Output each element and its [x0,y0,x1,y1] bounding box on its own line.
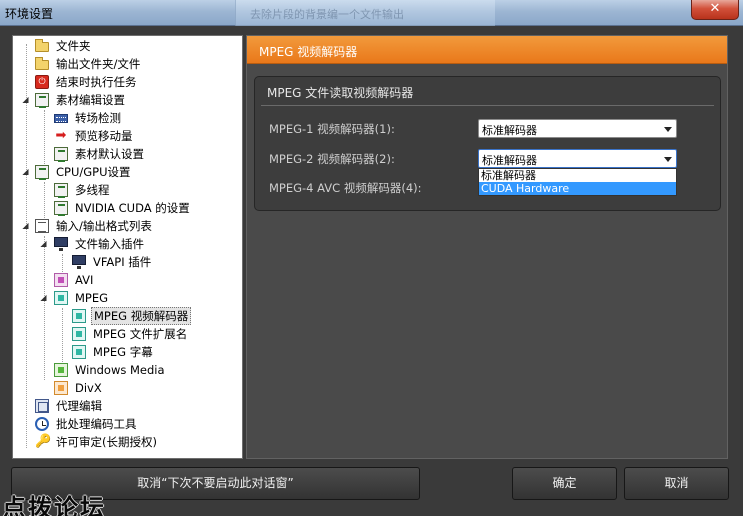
tree-guide [62,254,63,272]
settings-panel: MPEG 视频解码器 MPEG 文件读取视频解码器 MPEG-1 视频解码器(1… [246,35,728,459]
expand-toggle-icon[interactable]: ◢ [39,289,48,307]
wmv-icon [54,363,68,377]
dropdown-option-standard[interactable]: 标准解码器 [479,169,676,182]
expand-toggle-icon[interactable]: ◢ [21,91,30,109]
tree-guide [62,308,63,362]
list-icon [35,219,49,233]
group-divider [261,105,714,106]
expand-toggle-icon[interactable]: ◢ [39,235,48,253]
film-icon [54,114,68,123]
window-title: 环境设置 [5,7,54,21]
mpeg-icon [54,291,68,305]
settings-dialog: 文件夹 输出文件夹/文件 ⏻ 结束时执行任务 ◢ 素材编辑设置 转场检测 ➡ 预… [0,26,743,516]
title-bar: 环境设置 去除片段的背景编一个文件输出 ✕ [0,0,743,26]
settings-doc-icon [54,147,68,162]
mpeg-icon [72,345,86,359]
tree-guide [44,110,45,164]
settings-doc-icon [35,93,49,108]
panel-title: MPEG 视频解码器 [259,45,358,59]
mpeg4-avc-decoder-label: MPEG-4 AVC 视频解码器(4): [269,181,422,195]
avi-icon [54,273,68,287]
mpeg1-decoder-label: MPEG-1 视频解码器(1): [269,122,395,136]
watermark: 点拨论坛 [2,493,106,516]
settings-doc-icon [54,183,68,198]
arrow-right-icon: ➡ [55,128,67,143]
monitor-icon [54,237,68,251]
group-title: MPEG 文件读取视频解码器 [267,86,414,100]
mpeg2-decoder-dropdown: 标准解码器 CUDA Hardware [478,168,677,196]
expand-toggle-icon[interactable]: ◢ [21,217,30,235]
mpeg2-decoder-select[interactable]: 标准解码器 [478,149,677,168]
expand-toggle-icon[interactable]: ◢ [21,163,30,181]
settings-doc-icon [54,201,68,216]
monitor-icon [72,255,86,269]
chevron-down-icon [664,157,672,162]
tree-guide [44,236,45,380]
chevron-down-icon [664,127,672,132]
tree-guide [44,182,45,218]
panel-header: MPEG 视频解码器 [247,36,727,64]
mpeg-icon [72,327,86,341]
background-window-tab: 去除片段的背景编一个文件输出 [235,0,495,26]
power-icon: ⏻ [35,75,49,89]
proxy-icon [35,399,49,413]
dropdown-option-cuda[interactable]: CUDA Hardware [479,182,676,195]
cancel-button[interactable]: 取消 [624,467,729,500]
mpeg2-decoder-label: MPEG-2 视频解码器(2): [269,152,395,166]
ok-button[interactable]: 确定 [512,467,617,500]
settings-tree[interactable]: 文件夹 输出文件夹/文件 ⏻ 结束时执行任务 ◢ 素材编辑设置 转场检测 ➡ 预… [12,35,243,459]
close-icon: ✕ [709,1,721,16]
background-window-title: 去除片段的背景编一个文件输出 [250,8,404,21]
mpeg-icon [72,309,86,323]
clock-icon [35,417,49,431]
folder-icon [35,39,49,52]
folder-icon [35,57,49,70]
mpeg1-decoder-select[interactable]: 标准解码器 [478,119,677,138]
decoder-group: MPEG 文件读取视频解码器 MPEG-1 视频解码器(1): 标准解码器 MP… [254,76,721,211]
settings-doc-icon [35,165,49,180]
key-icon: 🔑 [35,434,52,449]
close-button[interactable]: ✕ [691,0,739,20]
divx-icon [54,381,68,395]
